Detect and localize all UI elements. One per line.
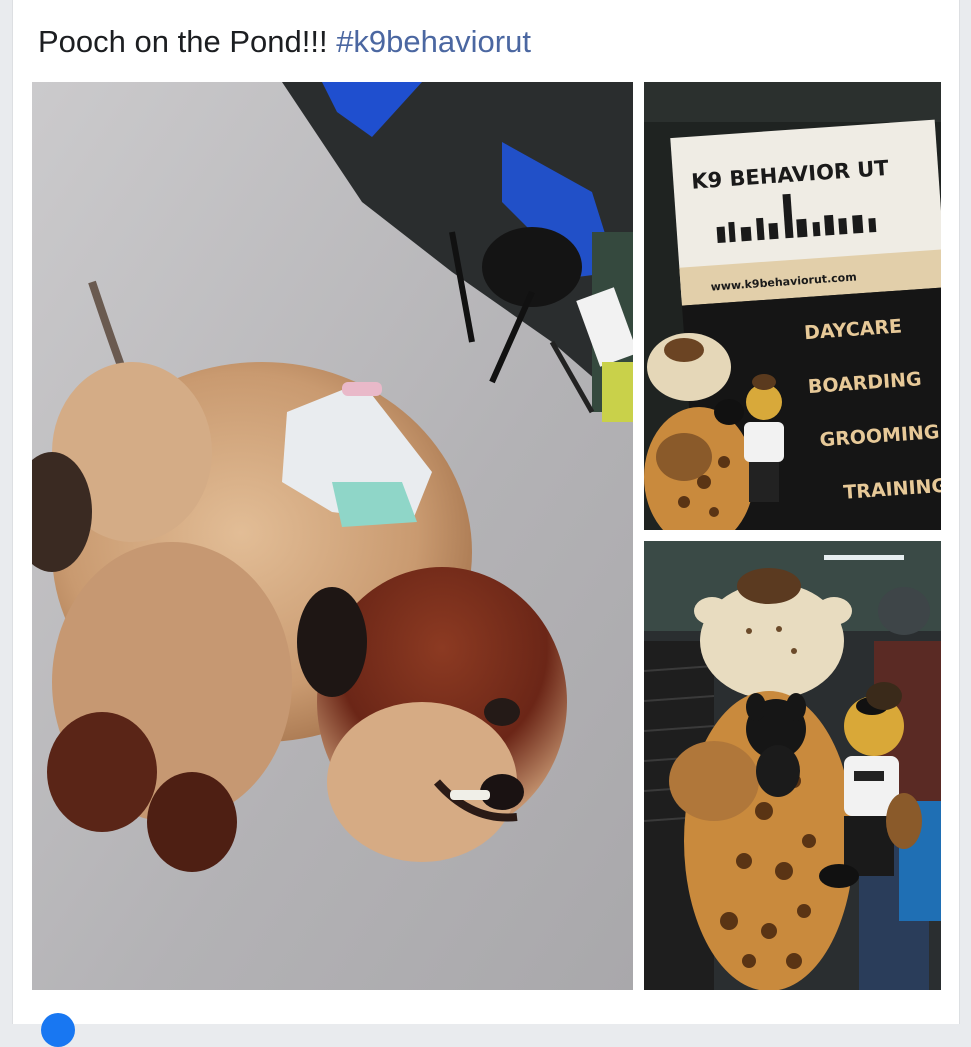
hashtag-link[interactable]: #k9behaviorut	[336, 24, 531, 59]
mascot-photo-image	[644, 541, 941, 990]
photo-dog[interactable]	[32, 82, 633, 990]
reaction-icon[interactable]	[41, 1013, 75, 1047]
dog-photo-image	[32, 82, 633, 990]
banner-photo-image: K9 BEHAVIOR UT www.k9behaviorut.com DAYC…	[644, 82, 941, 530]
photo-mascots[interactable]	[644, 541, 941, 990]
caption-text: Pooch on the Pond!!!	[38, 24, 328, 59]
post-card: Pooch on the Pond!!! #k9behaviorut K9 BE…	[12, 0, 960, 1047]
post-caption: Pooch on the Pond!!! #k9behaviorut	[38, 22, 531, 62]
photo-banner[interactable]: K9 BEHAVIOR UT www.k9behaviorut.com DAYC…	[644, 82, 941, 530]
